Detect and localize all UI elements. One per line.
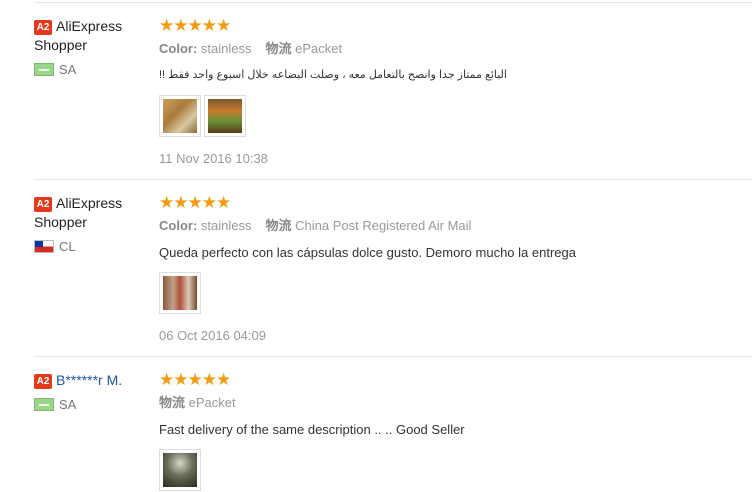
review-photo-thumbnail[interactable] <box>159 449 201 491</box>
review-date: 06 Oct 2016 04:09 <box>159 328 266 343</box>
buyer-name: A2 AliExpress Shopper <box>34 17 154 55</box>
review-photos <box>159 449 749 492</box>
star-rating: ★★★★★ <box>159 370 231 389</box>
feedback-text: Fast delivery of the same description ..… <box>159 422 465 437</box>
review-content: ★★★★★ 物流 ePacket Fast delivery of the sa… <box>159 371 749 492</box>
review-photo-thumbnail[interactable] <box>159 272 201 314</box>
shipping-label: 物流 <box>265 41 292 56</box>
shipping-label: 物流 <box>159 395 186 410</box>
saudi-arabia-flag-icon <box>34 63 54 76</box>
review-photos <box>159 272 749 316</box>
review-item: A2 AliExpress Shopper SA ★★★★★ Color: sta… <box>34 2 752 180</box>
review-content: ★★★★★ Color: stainless 物流 ePacket البائع … <box>159 17 749 167</box>
feedback-text: البائع ممتاز جدا وانصح بالتعامل معه ، وص… <box>159 69 507 81</box>
buyer-country: SA <box>34 62 154 78</box>
order-info: 物流 ePacket <box>159 394 749 411</box>
buyer-name[interactable]: A2 B******r M. <box>34 371 154 390</box>
buyer-level-badge: A2 <box>34 197 52 212</box>
star-rating: ★★★★★ <box>159 16 231 35</box>
color-label: Color: <box>159 41 198 56</box>
review-date: 11 Nov 2016 10:38 <box>159 151 268 166</box>
buyer-info: A2 AliExpress Shopper CL <box>34 194 154 255</box>
color-label: Color: <box>159 218 198 233</box>
review-photos <box>159 95 749 139</box>
chile-flag-icon <box>34 240 54 253</box>
shipping-label: 物流 <box>265 218 292 233</box>
feedback-text: Queda perfecto con las cápsulas dolce gu… <box>159 245 576 260</box>
review-item: A2 B******r M. SA ★★★★★ 物流 ePacket Fast d… <box>34 356 752 492</box>
shipping-value: ePacket <box>295 41 343 56</box>
shipping-value: China Post Registered Air Mail <box>295 218 472 233</box>
buyer-name-link[interactable]: B******r M. <box>56 372 122 388</box>
country-code: SA <box>59 397 77 412</box>
buyer-info: A2 B******r M. SA <box>34 371 154 413</box>
order-info: Color: stainless 物流 China Post Registered… <box>159 217 749 234</box>
review-item: A2 AliExpress Shopper CL ★★★★★ Color: sta… <box>34 179 752 356</box>
buyer-country: SA <box>34 397 154 413</box>
review-photo-thumbnail[interactable] <box>159 95 201 137</box>
country-code: SA <box>59 62 77 77</box>
buyer-country: CL <box>34 239 154 255</box>
review-content: ★★★★★ Color: stainless 物流 China Post Regi… <box>159 194 749 344</box>
country-code: CL <box>59 239 76 254</box>
buyer-info: A2 AliExpress Shopper SA <box>34 17 154 78</box>
buyer-level-badge: A2 <box>34 374 52 389</box>
order-info: Color: stainless 物流 ePacket <box>159 40 749 57</box>
buyer-level-badge: A2 <box>34 20 52 35</box>
shipping-value: ePacket <box>188 395 236 410</box>
buyer-name: A2 AliExpress Shopper <box>34 194 154 232</box>
color-value: stainless <box>200 218 252 233</box>
saudi-arabia-flag-icon <box>34 398 54 411</box>
star-rating: ★★★★★ <box>159 193 231 212</box>
review-photo-thumbnail[interactable] <box>204 95 246 137</box>
color-value: stainless <box>200 41 252 56</box>
